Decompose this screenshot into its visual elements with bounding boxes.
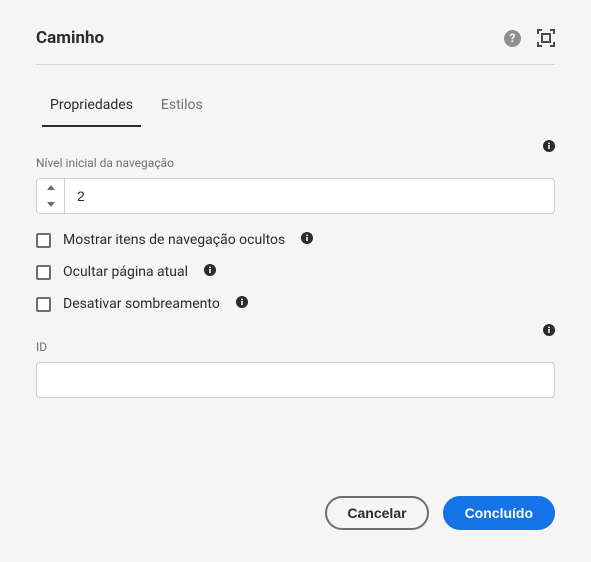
step-down-button[interactable]	[37, 196, 64, 213]
cancel-button-label: Cancelar	[347, 505, 406, 521]
disable-shadowing-row: Desativar sombreamento	[36, 296, 555, 312]
help-icon[interactable]: ?	[504, 30, 521, 47]
tab-styles[interactable]: Estilos	[159, 85, 205, 127]
dialog-title: Caminho	[36, 28, 104, 48]
step-up-button[interactable]	[37, 179, 64, 196]
id-field: ID	[36, 340, 555, 398]
nav-start-level-label: Nível inicial da navegação	[36, 156, 555, 170]
info-icon[interactable]	[301, 232, 313, 248]
show-hidden-row: Mostrar itens de navegação ocultos	[36, 232, 555, 248]
breadcrumb-config-dialog: Caminho ? Propriedades Estilos Nível ini…	[0, 0, 591, 562]
hide-current-checkbox[interactable]	[36, 265, 51, 280]
info-icon[interactable]	[543, 140, 555, 152]
disable-shadowing-label: Desativar sombreamento	[63, 296, 220, 312]
nav-start-level-field: Nível inicial da navegação	[36, 156, 555, 214]
dialog-header: Caminho ?	[36, 28, 555, 65]
properties-panel: Nível inicial da navegação Mostrar itens…	[36, 156, 555, 472]
nav-start-level-stepper	[36, 178, 555, 214]
tab-list: Propriedades Estilos	[36, 85, 555, 128]
hide-current-row: Ocultar página atual	[36, 264, 555, 280]
tab-label: Estilos	[161, 97, 203, 113]
info-icon[interactable]	[204, 264, 216, 280]
info-icon[interactable]	[543, 324, 555, 336]
show-hidden-checkbox[interactable]	[36, 233, 51, 248]
header-actions: ?	[504, 29, 555, 47]
nav-start-level-input[interactable]	[65, 179, 554, 213]
dialog-footer: Cancelar Concluído	[36, 472, 555, 542]
tab-label: Propriedades	[50, 97, 133, 113]
done-button[interactable]: Concluído	[443, 496, 555, 530]
id-label: ID	[36, 340, 555, 354]
stepper-controls	[37, 179, 65, 213]
done-button-label: Concluído	[465, 505, 533, 521]
id-input[interactable]	[36, 362, 555, 398]
cancel-button[interactable]: Cancelar	[325, 496, 428, 530]
hide-current-label: Ocultar página atual	[63, 264, 188, 280]
show-hidden-label: Mostrar itens de navegação ocultos	[63, 232, 285, 248]
tab-properties[interactable]: Propriedades	[48, 85, 135, 127]
fullscreen-icon[interactable]	[537, 29, 555, 47]
info-icon[interactable]	[236, 296, 248, 312]
disable-shadowing-checkbox[interactable]	[36, 297, 51, 312]
